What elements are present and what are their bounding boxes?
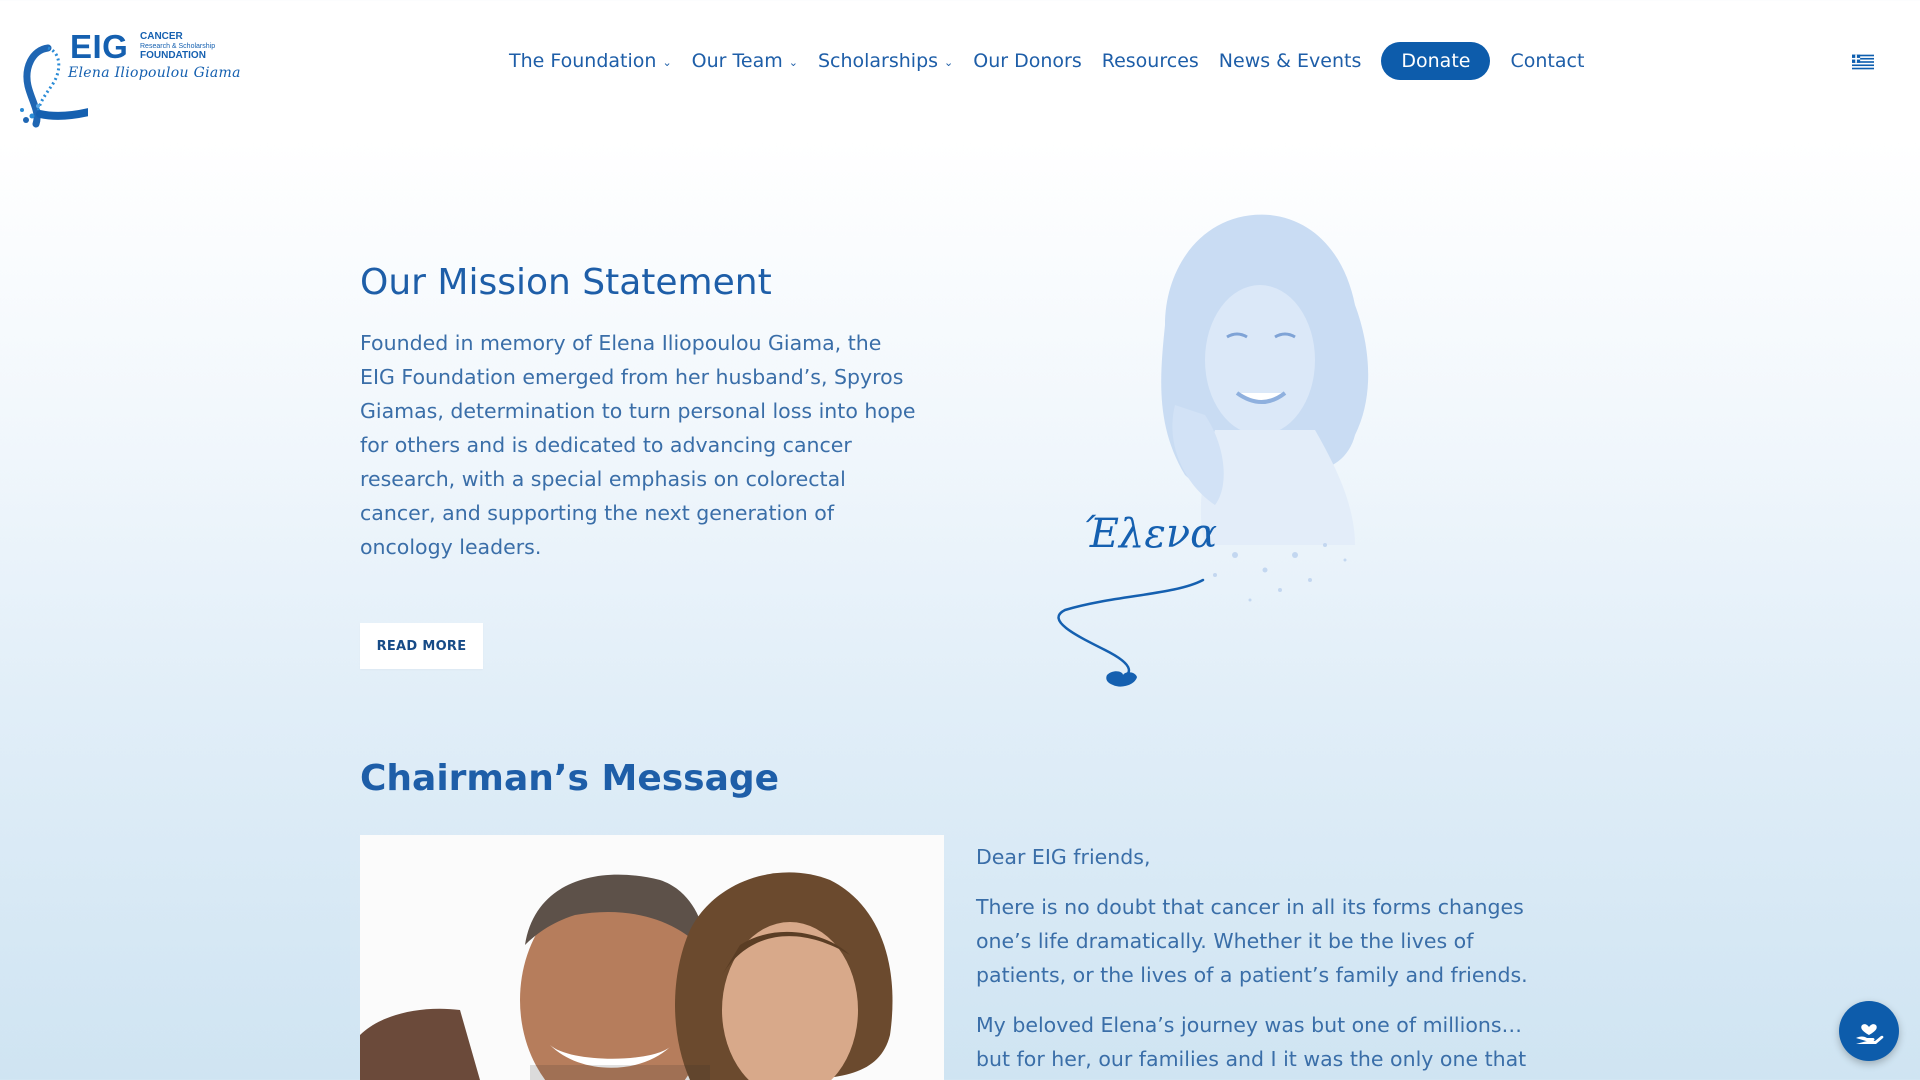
chairman-photo xyxy=(360,835,944,1080)
message-paragraph: My beloved Elena’s journey was but one o… xyxy=(976,1013,1527,1071)
nav-label: Our Team xyxy=(691,50,783,72)
chairman-message: Dear EIG friends, There is no doubt that… xyxy=(976,840,1536,1080)
message-paragraph: Dear EIG friends, xyxy=(976,845,1151,869)
donate-float-button[interactable] xyxy=(1839,1001,1899,1061)
chairman-title: Chairman’s Message xyxy=(360,758,780,799)
signature-flourish-icon xyxy=(1057,578,1205,687)
chevron-down-icon: ⌄ xyxy=(662,55,672,69)
logo-eig-text: EIG xyxy=(70,28,129,65)
nav-label: Scholarships xyxy=(817,50,939,72)
nav-item-our-donors[interactable]: Our Donors xyxy=(973,50,1081,72)
nav-item-contact[interactable]: Contact xyxy=(1510,50,1584,72)
read-more-button[interactable]: READ MORE xyxy=(360,623,483,669)
helping-hand-heart-icon xyxy=(1856,1024,1884,1044)
chevron-down-icon: ⌄ xyxy=(788,55,798,69)
nav-item-scholarships[interactable]: Scholarships ⌄ xyxy=(818,50,953,72)
greek-flag-icon[interactable] xyxy=(1852,54,1874,70)
donate-button[interactable]: Donate xyxy=(1381,42,1491,80)
nav-label: The Foundation xyxy=(509,50,657,72)
logo-research-text: Research & Scholarship xyxy=(140,43,216,50)
message-paragraph: There is no doubt that cancer in all its… xyxy=(976,895,1528,987)
nav-item-resources[interactable]: Resources xyxy=(1102,50,1199,72)
chevron-down-icon: ⌄ xyxy=(944,55,954,69)
main-navigation: The Foundation ⌄ Our Team ⌄ Scholarships… xyxy=(509,42,1584,80)
logo-cancer-text: CANCER xyxy=(140,31,183,42)
logo-script-name: Elena Iliopoulou Giama xyxy=(68,65,241,81)
site-logo[interactable]: EIG CANCER Research & Scholarship FOUNDA… xyxy=(18,28,240,128)
elena-portrait: Έλενα xyxy=(1055,205,1455,695)
logo-foundation-text: FOUNDATION xyxy=(140,50,206,61)
mission-text: Founded in memory of Elena Iliopoulou Gi… xyxy=(360,331,916,559)
mission-title: Our Mission Statement xyxy=(360,262,772,303)
nav-item-our-team[interactable]: Our Team ⌄ xyxy=(692,50,798,72)
nav-item-news-events[interactable]: News & Events xyxy=(1219,50,1362,72)
nav-item-the-foundation[interactable]: The Foundation ⌄ xyxy=(509,50,672,72)
